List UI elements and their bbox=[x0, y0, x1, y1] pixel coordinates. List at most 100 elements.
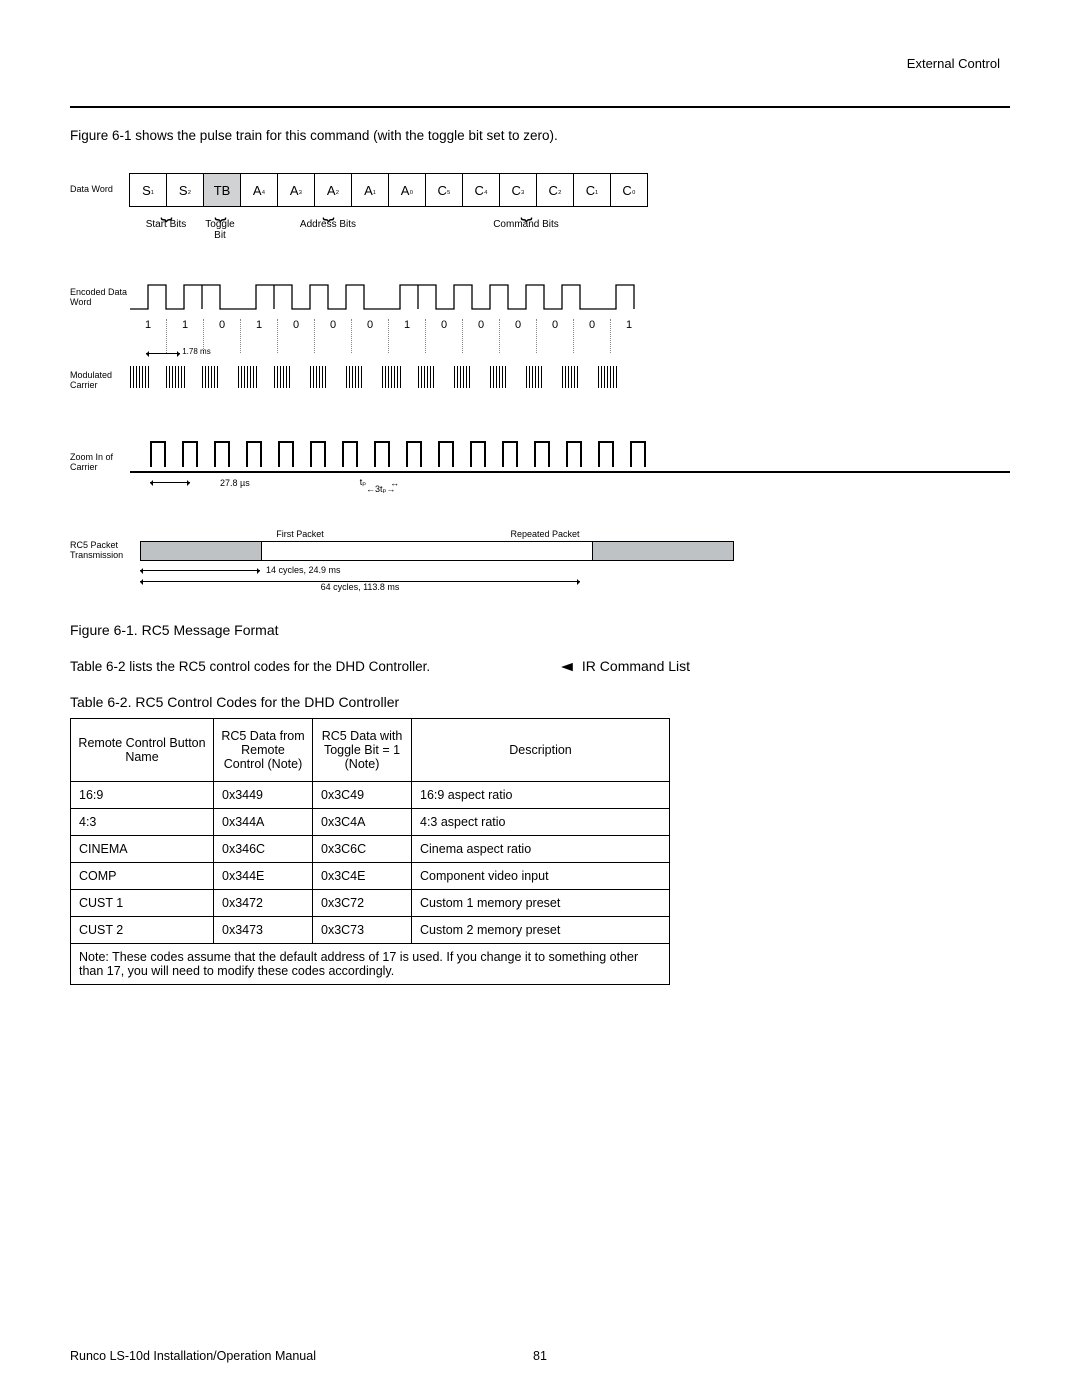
table-cell: 0x344E bbox=[214, 863, 313, 890]
zoom-pulse bbox=[470, 441, 486, 467]
zoom-pulse bbox=[566, 441, 582, 467]
packet-bars bbox=[140, 541, 734, 561]
encoded-bit: 1 bbox=[240, 319, 277, 353]
zoom-waveform bbox=[130, 441, 1010, 473]
zoom-pulse bbox=[246, 441, 262, 467]
zoom-pulse bbox=[310, 441, 326, 467]
table-cell: Custom 1 memory preset bbox=[412, 890, 670, 917]
carrier-burst bbox=[490, 366, 506, 388]
bit-groups: Start Bits Toggle Bit Address Bits Comma… bbox=[130, 211, 1010, 251]
group-toggle: Toggle Bit bbox=[202, 211, 238, 241]
header-rule bbox=[70, 106, 1010, 108]
ir-command-list-heading: ◄ IR Command List bbox=[560, 658, 690, 674]
group-address: Address Bits bbox=[238, 211, 418, 230]
zoom-pulse bbox=[214, 441, 230, 467]
table-cell: CINEMA bbox=[71, 836, 214, 863]
arrow-left-icon: ◄ bbox=[557, 658, 576, 674]
zoom-pulse bbox=[342, 441, 358, 467]
table-cell: Cinema aspect ratio bbox=[412, 836, 670, 863]
zoom-pulse bbox=[534, 441, 550, 467]
encoded-bit: 1 bbox=[610, 319, 647, 353]
carrier-burst bbox=[166, 366, 186, 388]
table-cell: 4:3 bbox=[71, 809, 214, 836]
table-cell: 16:9 bbox=[71, 782, 214, 809]
encoded-bit: 0 bbox=[314, 319, 351, 353]
carrier-burst bbox=[130, 366, 150, 388]
table-row: CINEMA0x346C0x3C6CCinema aspect ratio bbox=[71, 836, 670, 863]
table-row: CUST 10x34720x3C72Custom 1 memory preset bbox=[71, 890, 670, 917]
tp3-label: 3tₚ bbox=[375, 484, 386, 494]
table-cell: 0x3472 bbox=[214, 890, 313, 917]
carrier-burst bbox=[562, 366, 578, 388]
data-word-label: Data Word bbox=[70, 185, 130, 195]
encoded-bit: 0 bbox=[425, 319, 462, 353]
encoded-waveform bbox=[130, 281, 650, 315]
zoom-pulse bbox=[150, 441, 166, 467]
table-cell: CUST 1 bbox=[71, 890, 214, 917]
page-footer: Runco LS-10d Installation/Operation Manu… bbox=[70, 1349, 1010, 1363]
table-note: Note: These codes assume that the defaul… bbox=[71, 944, 670, 985]
packet-row-label: RC5 Packet Transmission bbox=[70, 541, 140, 561]
table-cell: 0x346C bbox=[214, 836, 313, 863]
table-cell: COMP bbox=[71, 863, 214, 890]
carrier-burst bbox=[274, 366, 290, 388]
encoded-bit: 0 bbox=[277, 319, 314, 353]
table-cell: 0x3C49 bbox=[313, 782, 412, 809]
table-cell: 0x3449 bbox=[214, 782, 313, 809]
encoded-bit: 0 bbox=[573, 319, 610, 353]
intro-text: Figure 6-1 shows the pulse train for thi… bbox=[70, 128, 1010, 143]
table-cell: 0x3C4A bbox=[313, 809, 412, 836]
table-cell: 0x3473 bbox=[214, 917, 313, 944]
table-title: Table 6-2. RC5 Control Codes for the DHD… bbox=[70, 694, 1010, 710]
carrier-burst bbox=[346, 366, 362, 388]
table-intro: Table 6-2 lists the RC5 control codes fo… bbox=[70, 659, 430, 674]
table-cell: Custom 2 memory preset bbox=[412, 917, 670, 944]
table-cell: 4:3 aspect ratio bbox=[412, 809, 670, 836]
first-packet-label: First Packet bbox=[140, 529, 460, 539]
th-code1: RC5 Data with Toggle Bit = 1 (Note) bbox=[313, 719, 412, 782]
encoded-bit: 0 bbox=[351, 319, 388, 353]
table-row: 4:30x344A0x3C4A4:3 aspect ratio bbox=[71, 809, 670, 836]
carrier-burst bbox=[310, 366, 326, 388]
table-cell: Component video input bbox=[412, 863, 670, 890]
rc5-codes-table: Remote Control Button Name RC5 Data from… bbox=[70, 718, 670, 985]
zoom-pulse bbox=[438, 441, 454, 467]
zoom-pulse bbox=[374, 441, 390, 467]
carrier-burst bbox=[598, 366, 618, 388]
figure-caption: Figure 6-1. RC5 Message Format bbox=[70, 622, 1010, 638]
zoom-pulse bbox=[598, 441, 614, 467]
carrier-burst bbox=[526, 366, 542, 388]
cycles-14: 14 cycles, 24.9 ms bbox=[266, 565, 341, 575]
zoom-pulse bbox=[630, 441, 646, 467]
group-start: Start Bits bbox=[130, 211, 202, 230]
zoom-pulse bbox=[502, 441, 518, 467]
zoom-pulse bbox=[278, 441, 294, 467]
table-cell: 0x344A bbox=[214, 809, 313, 836]
table-cell: 0x3C73 bbox=[313, 917, 412, 944]
carrier-burst bbox=[202, 366, 218, 388]
encoded-bit: 0 bbox=[536, 319, 573, 353]
carrier-burst bbox=[454, 366, 470, 388]
table-row: COMP0x344E0x3C4EComponent video input bbox=[71, 863, 670, 890]
table-cell: 0x3C72 bbox=[313, 890, 412, 917]
modulated-carrier-label: Modulated Carrier bbox=[70, 371, 130, 391]
table-cell: 0x3C6C bbox=[313, 836, 412, 863]
cycles-64: 64 cycles, 113.8 ms bbox=[140, 582, 580, 592]
table-cell: CUST 2 bbox=[71, 917, 214, 944]
zoom-pulse bbox=[406, 441, 422, 467]
modulated-carrier-row bbox=[130, 366, 634, 391]
table-cell: 16:9 aspect ratio bbox=[412, 782, 670, 809]
repeated-packet-label: Repeated Packet bbox=[470, 529, 620, 539]
encoded-label: Encoded Data Word bbox=[70, 288, 130, 308]
th-code0: RC5 Data from Remote Control (Note) bbox=[214, 719, 313, 782]
encoded-bit: 1 bbox=[388, 319, 425, 353]
carrier-burst bbox=[238, 366, 258, 388]
th-desc: Description bbox=[412, 719, 670, 782]
ir-command-list-text: IR Command List bbox=[582, 658, 690, 674]
figure-rc5: Data Word S₁S₂TBA₄A₃A₂A₁A₀C₅C₄C₃C₂C₁C₀ S… bbox=[70, 173, 1010, 592]
table-row: 16:90x34490x3C4916:9 aspect ratio bbox=[71, 782, 670, 809]
group-command: Command Bits bbox=[418, 211, 634, 230]
th-button: Remote Control Button Name bbox=[71, 719, 214, 782]
encoded-bit: 0 bbox=[499, 319, 536, 353]
footer-manual: Runco LS-10d Installation/Operation Manu… bbox=[70, 1349, 316, 1363]
